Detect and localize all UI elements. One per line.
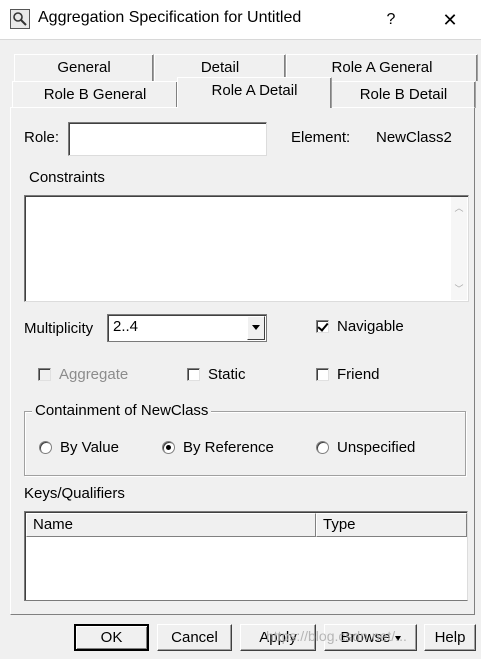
aggregate-label: Aggregate [59, 366, 129, 383]
scroll-up-icon[interactable]: ︿ [454, 203, 464, 213]
caret-down-icon [394, 635, 401, 641]
element-value: NewClass2 [376, 129, 452, 146]
constraints-label: Constraints [29, 169, 105, 186]
tab-general[interactable]: General [14, 54, 154, 81]
keys-list[interactable]: Name Type [24, 511, 468, 601]
window-title: Aggregation Specification for Untitled [38, 9, 302, 26]
column-header-type[interactable]: Type [316, 513, 467, 537]
cancel-button[interactable]: Cancel [157, 624, 232, 651]
navigable-checkbox[interactable] [316, 320, 329, 333]
tab-role-a-detail[interactable]: Role A Detail [177, 77, 332, 108]
close-button[interactable]: ✕ [430, 6, 470, 34]
tab-role-b-detail[interactable]: Role B Detail [331, 81, 476, 108]
magnifier-icon [10, 9, 30, 29]
element-label: Element: [291, 129, 351, 146]
constraints-textarea[interactable]: ︿ ﹀ [24, 195, 469, 302]
static-label: Static [208, 366, 246, 383]
navigable-label: Navigable [337, 318, 404, 335]
by-value-radio[interactable] [39, 441, 52, 454]
unspecified-radio[interactable] [316, 441, 329, 454]
by-reference-label: By Reference [183, 439, 274, 456]
by-reference-radio[interactable] [162, 441, 175, 454]
column-header-name[interactable]: Name [26, 513, 316, 537]
multiplicity-combo[interactable]: 2..4 [107, 314, 267, 342]
constraints-scrollbar[interactable]: ︿ ﹀ [451, 197, 467, 300]
browse-button[interactable]: Browse [324, 624, 417, 651]
scroll-down-icon[interactable]: ﹀ [454, 284, 464, 294]
friend-label: Friend [337, 366, 380, 383]
keys-label: Keys/Qualifiers [24, 485, 125, 502]
multiplicity-value: 2..4 [113, 318, 139, 335]
help-title-button[interactable]: ? [376, 6, 406, 34]
apply-button[interactable]: Apply [240, 624, 316, 651]
static-checkbox[interactable] [187, 368, 200, 381]
help-button[interactable]: Help [424, 624, 476, 651]
role-input[interactable] [68, 122, 267, 156]
containment-title: Containment of NewClass [32, 402, 212, 419]
role-label: Role: [24, 129, 60, 146]
ok-button[interactable]: OK [74, 624, 149, 651]
tab-role-b-general[interactable]: Role B General [12, 81, 178, 108]
by-value-label: By Value [60, 439, 119, 456]
chevron-down-icon[interactable] [247, 316, 265, 340]
browse-label: Browse [340, 629, 391, 646]
aggregate-checkbox [38, 368, 51, 381]
friend-checkbox[interactable] [316, 368, 329, 381]
multiplicity-label: Multiplicity [24, 320, 94, 337]
title-bar: Aggregation Specification for Untitled ?… [0, 0, 481, 40]
unspecified-label: Unspecified [337, 439, 416, 456]
